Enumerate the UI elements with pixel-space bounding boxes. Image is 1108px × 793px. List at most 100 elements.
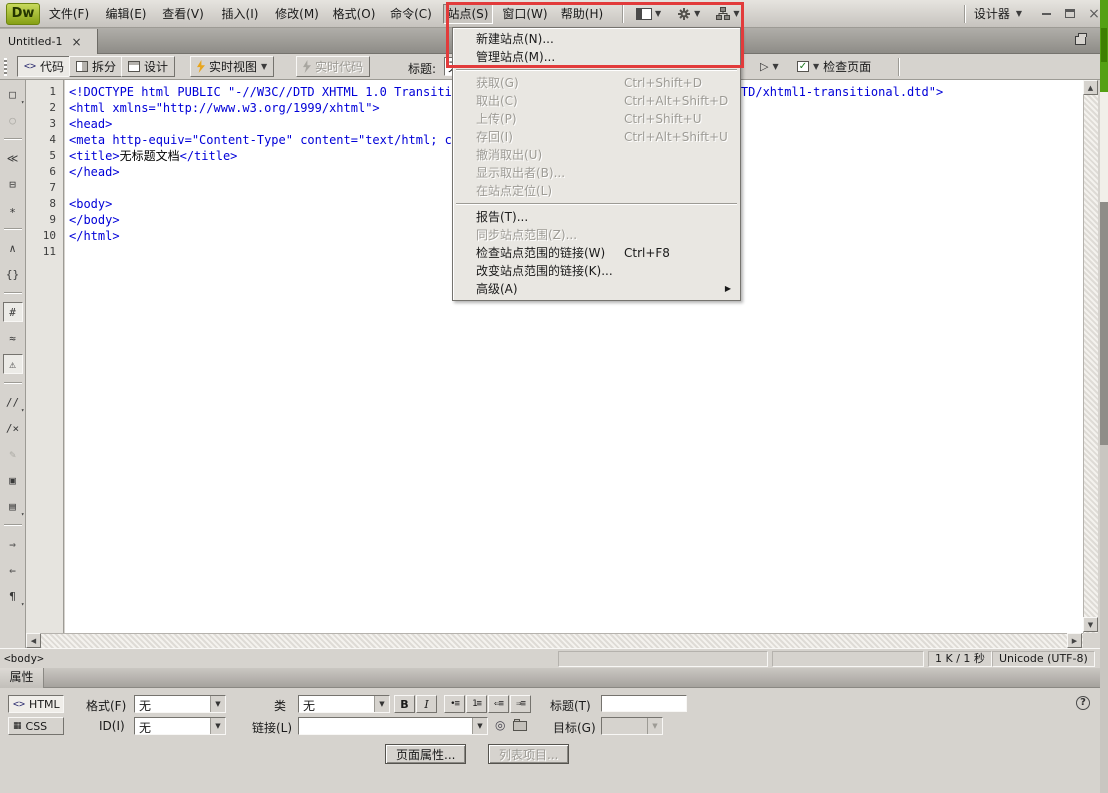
class-value: 无 <box>299 696 374 712</box>
menubar-item-5[interactable]: 修改(M) <box>272 4 322 24</box>
code-icon: <> <box>24 61 36 72</box>
css-mode-button[interactable]: ▦ CSS <box>8 717 64 735</box>
status-cell <box>772 651 924 667</box>
outdent-button[interactable]: ⇐≡ <box>488 695 509 713</box>
menubar-item-1[interactable]: 文件(F) <box>44 4 94 24</box>
minimize-button[interactable] <box>1036 5 1056 23</box>
expand-all-icon[interactable]: ∗ <box>3 200 23 220</box>
recent-snippets-icon[interactable]: ▣ <box>3 470 23 490</box>
dreamweaver-logo-icon: Dw <box>6 3 40 25</box>
scroll-left-icon[interactable]: ◀ <box>26 633 41 648</box>
right-dock-strip[interactable] <box>1100 0 1108 793</box>
separator <box>898 58 900 76</box>
collapse-full-tag-icon[interactable]: ≪ <box>3 148 23 168</box>
tab-close-icon[interactable]: × <box>71 35 81 49</box>
menubar-item-4[interactable]: 插入(I) <box>215 4 265 24</box>
code-segment: <body> <box>69 197 112 211</box>
workspace-switcher[interactable]: 设计器 ▼ <box>974 5 1022 22</box>
syntax-coloring-icon[interactable]: ≈ <box>3 328 23 348</box>
indent-code-icon[interactable]: ⇒ <box>3 534 23 554</box>
menubar-item-3[interactable]: 查看(V) <box>158 4 208 24</box>
highlight-invalid-code-icon[interactable]: ⚠ <box>3 354 23 374</box>
select-parent-tag-icon[interactable]: ∧ <box>3 238 23 258</box>
menubar-item-7[interactable]: 命令(C) <box>386 4 436 24</box>
menu-item-shortcut: Ctrl+Alt+Shift+U <box>624 128 728 146</box>
chevron-down-icon[interactable]: ▼ <box>374 696 389 712</box>
check-page-button[interactable]: ✓ ▼ 检查页面 <box>790 56 878 77</box>
format-label: 格式(F) <box>86 697 126 714</box>
chevron-down-icon: ▼ <box>813 62 819 71</box>
tag-selector-body[interactable]: <body> <box>4 652 44 665</box>
menu-item-label: 在站点定位(L) <box>476 184 552 198</box>
page-properties-button[interactable]: 页面属性... <box>385 744 466 764</box>
indent-button[interactable]: ⇒≡ <box>510 695 531 713</box>
preview-in-browser-button[interactable]: ▷ ▼ <box>753 56 786 77</box>
balance-braces-icon[interactable]: {} <box>3 264 23 284</box>
scroll-up-icon[interactable]: ▲ <box>1083 80 1098 95</box>
site-menu-item[interactable]: 检查站点范围的链接(W)Ctrl+F8 <box>454 244 739 262</box>
ordered-list-button[interactable]: 1≡ <box>466 695 487 713</box>
properties-tab[interactable]: 属性 <box>0 668 44 688</box>
menu-item-label: 改变站点范围的链接(K)... <box>476 264 613 278</box>
site-menu-item: 获取(G)Ctrl+Shift+D <box>454 74 739 92</box>
help-icon[interactable]: ? <box>1076 696 1090 710</box>
lightning-icon <box>303 60 311 73</box>
scroll-down-icon[interactable]: ▼ <box>1083 617 1098 632</box>
open-documents-icon[interactable]: □▾ <box>3 84 23 104</box>
id-value: 无 <box>135 718 210 734</box>
horizontal-scrollbar[interactable]: ◀ ▶ <box>26 633 1083 648</box>
format-dropdown[interactable]: 无 ▼ <box>134 695 226 713</box>
site-menu-item[interactable]: 高级(A)▶ <box>454 280 739 298</box>
collapse-selection-icon[interactable]: ⊟ <box>3 174 23 194</box>
line-number: 1 <box>26 84 63 100</box>
line-number: 8 <box>26 196 63 212</box>
document-title-label: 标题: <box>408 60 436 77</box>
design-view-button[interactable]: 设计 <box>121 56 175 77</box>
menubar-item-6[interactable]: 格式(O) <box>329 4 379 24</box>
link-dropdown[interactable]: ▼ <box>298 717 488 735</box>
html-mode-button[interactable]: <> HTML <box>8 695 64 713</box>
outdent-code-icon[interactable]: ⇐ <box>3 560 23 580</box>
split-view-button[interactable]: 拆分 <box>69 56 123 77</box>
title-attr-input[interactable] <box>601 695 687 712</box>
unordered-list-button[interactable]: •≡ <box>444 695 465 713</box>
live-view-button[interactable]: 实时视图 ▼ <box>190 56 274 77</box>
maximize-button[interactable] <box>1060 5 1080 23</box>
toolbar-separator <box>4 292 22 294</box>
design-icon <box>128 61 140 72</box>
folder-icon[interactable] <box>513 721 527 731</box>
apply-comment-icon[interactable]: //▾ <box>3 392 23 412</box>
site-menu-item[interactable]: 改变站点范围的链接(K)... <box>454 262 739 280</box>
menubar-item-2[interactable]: 编辑(E) <box>101 4 151 24</box>
move-css-icon[interactable]: ▤▾ <box>3 496 23 516</box>
scrollbar-corner <box>1083 633 1098 648</box>
menu-item-label: 上传(P) <box>476 112 517 126</box>
document-tab-title: Untitled-1 <box>8 35 62 48</box>
line-number: 7 <box>26 180 63 196</box>
line-number: 11 <box>26 244 63 260</box>
toolbar-grip[interactable] <box>4 58 7 76</box>
class-dropdown[interactable]: 无 ▼ <box>298 695 390 713</box>
document-tab[interactable]: Untitled-1 × <box>0 29 98 54</box>
code-view-button[interactable]: <> 代码 <box>17 56 71 77</box>
menu-separator <box>456 69 737 71</box>
check-page-label: 检查页面 <box>823 58 871 75</box>
site-menu-item[interactable]: 报告(T)... <box>454 208 739 226</box>
chevron-down-icon[interactable]: ▼ <box>210 696 225 712</box>
line-numbers-icon[interactable]: # <box>3 302 23 322</box>
remove-comment-icon[interactable]: /× <box>3 418 23 438</box>
scroll-right-icon[interactable]: ▶ <box>1067 633 1082 648</box>
vertical-scrollbar[interactable]: ▲ ▼ <box>1083 80 1098 633</box>
code-segment: 无标题文档 <box>120 149 180 163</box>
chevron-down-icon[interactable]: ▼ <box>472 718 487 734</box>
format-source-code-icon[interactable]: ¶▾ <box>3 586 23 606</box>
id-dropdown[interactable]: 无 ▼ <box>134 717 226 735</box>
chevron-down-icon[interactable]: ▼ <box>210 718 225 734</box>
point-to-file-icon[interactable]: ◎ <box>495 718 505 732</box>
menu-item-shortcut: Ctrl+Shift+U <box>624 110 702 128</box>
site-menu-dropdown: 新建站点(N)...管理站点(M)...获取(G)Ctrl+Shift+D取出(… <box>452 27 741 301</box>
italic-button[interactable]: I <box>416 695 437 713</box>
bold-button[interactable]: B <box>394 695 415 713</box>
cascade-windows-icon[interactable] <box>1075 36 1086 45</box>
code-segment: <title> <box>69 149 120 163</box>
